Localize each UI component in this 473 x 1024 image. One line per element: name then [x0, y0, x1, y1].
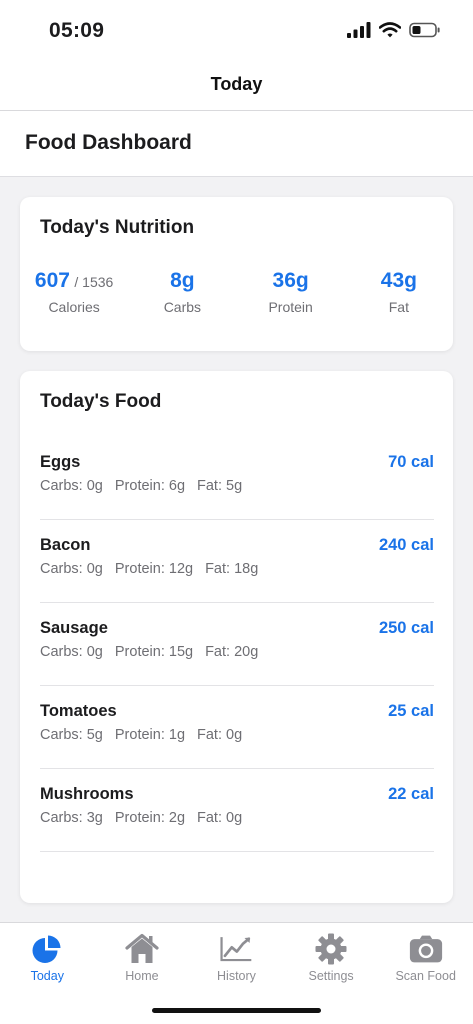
status-time: 05:09: [49, 19, 105, 42]
nav-title: Today: [210, 73, 263, 94]
nutrition-card: Today's Nutrition 607 / 1536 Calories 8g…: [20, 197, 453, 351]
tab-scan-food[interactable]: Scan Food: [378, 923, 473, 993]
food-carbs: Carbs: 3g: [40, 810, 103, 826]
gear-icon: [314, 933, 348, 965]
wifi-icon: [379, 22, 401, 38]
food-protein: Protein: 6g: [114, 478, 186, 494]
food-macros: Carbs: 3g Protein: 2g Fat: 0g: [40, 810, 242, 826]
calories-value: 607: [34, 269, 70, 292]
food-macros: Carbs: 0g Protein: 15g Fat: 20g: [40, 644, 258, 660]
nutrition-title: Today's Nutrition: [40, 217, 195, 238]
battery-icon: [409, 22, 440, 38]
tab-today[interactable]: Today: [0, 923, 95, 993]
food-name: Tomatoes: [40, 702, 117, 720]
tab-bar: Today Home History Settings Scan Food: [0, 922, 473, 1024]
food-name: Eggs: [40, 453, 81, 471]
status-bar: 05:09: [0, 0, 473, 58]
tab-label: Today: [30, 969, 64, 983]
food-fat: Fat: 0g: [197, 810, 243, 826]
tab-home[interactable]: Home: [95, 923, 190, 993]
protein-label: Protein: [268, 299, 313, 315]
food-item[interactable]: Tomatoes 25 cal Carbs: 5g Protein: 1g Fa…: [40, 686, 434, 769]
calories-goal: / 1536: [74, 274, 114, 290]
tab-label: History: [217, 969, 256, 983]
food-carbs: Carbs: 0g: [40, 561, 103, 577]
nutrition-stats: 607 / 1536 Calories 8g Carbs 36g Protein…: [20, 269, 453, 315]
food-fat: Fat: 18g: [205, 561, 259, 577]
cellular-signal-icon: [347, 22, 371, 38]
home-indicator: [152, 1008, 321, 1013]
tabs: Today Home History Settings Scan Food: [0, 923, 473, 993]
food-item[interactable]: Eggs 70 cal Carbs: 0g Protein: 6g Fat: 5…: [40, 437, 434, 520]
food-fat: Fat: 5g: [197, 478, 243, 494]
line-chart-icon: [219, 933, 253, 965]
food-fat: Fat: 20g: [205, 644, 259, 660]
food-carbs: Carbs: 0g: [40, 644, 103, 660]
food-calories: 70 cal: [388, 453, 434, 471]
food-macros: Carbs: 5g Protein: 1g Fat: 0g: [40, 727, 242, 743]
food-name: Mushrooms: [40, 785, 134, 803]
food-name: Bacon: [40, 536, 91, 554]
tab-label: Settings: [308, 969, 354, 983]
fat-label: Fat: [388, 299, 409, 315]
food-macros: Carbs: 0g Protein: 6g Fat: 5g: [40, 478, 242, 494]
stat-fat: 43g Fat: [345, 269, 453, 315]
food-protein: Protein: 12g: [114, 561, 194, 577]
stat-carbs: 8g Carbs: [128, 269, 236, 315]
home-icon: [125, 933, 159, 965]
food-macros: Carbs: 0g Protein: 12g Fat: 18g: [40, 561, 258, 577]
food-item[interactable]: Mushrooms 22 cal Carbs: 3g Protein: 2g F…: [40, 769, 434, 852]
food-protein: Protein: 15g: [114, 644, 194, 660]
tab-settings[interactable]: Settings: [284, 923, 379, 993]
food-card: Today's Food Eggs 70 cal Carbs: 0g Prote…: [20, 371, 453, 903]
fat-value: 43g: [380, 269, 417, 292]
food-calories: 250 cal: [378, 619, 434, 637]
tab-history[interactable]: History: [189, 923, 284, 993]
food-title: Today's Food: [40, 391, 162, 412]
protein-value: 36g: [272, 269, 309, 292]
food-name: Sausage: [40, 619, 108, 637]
stat-value-row: 607 / 1536: [20, 269, 128, 293]
food-item[interactable]: Sausage 250 cal Carbs: 0g Protein: 15g F…: [40, 603, 434, 686]
food-protein: Protein: 2g: [114, 810, 186, 826]
food-list: Eggs 70 cal Carbs: 0g Protein: 6g Fat: 5…: [40, 437, 434, 852]
pie-chart-icon: [30, 933, 64, 965]
food-fat: Fat: 0g: [197, 727, 243, 743]
stat-protein: 36g Protein: [237, 269, 345, 315]
food-protein: Protein: 1g: [114, 727, 186, 743]
tab-label: Home: [125, 969, 159, 983]
food-carbs: Carbs: 0g: [40, 478, 103, 494]
status-icons: [347, 22, 441, 38]
food-item[interactable]: Bacon 240 cal Carbs: 0g Protein: 12g Fat…: [40, 520, 434, 603]
food-carbs: Carbs: 5g: [40, 727, 103, 743]
navigation-bar: Today: [0, 58, 473, 111]
camera-icon: [409, 933, 443, 965]
food-calories: 25 cal: [388, 702, 434, 720]
carbs-label: Carbs: [163, 299, 202, 315]
stat-calories: 607 / 1536 Calories: [20, 269, 128, 315]
page-title: Food Dashboard: [25, 131, 192, 154]
food-calories: 22 cal: [388, 785, 434, 803]
carbs-value: 8g: [170, 269, 195, 292]
calories-label: Calories: [48, 299, 100, 315]
dashboard-header: Food Dashboard: [0, 111, 473, 177]
tab-label: Scan Food: [395, 969, 456, 983]
food-calories: 240 cal: [378, 536, 434, 554]
